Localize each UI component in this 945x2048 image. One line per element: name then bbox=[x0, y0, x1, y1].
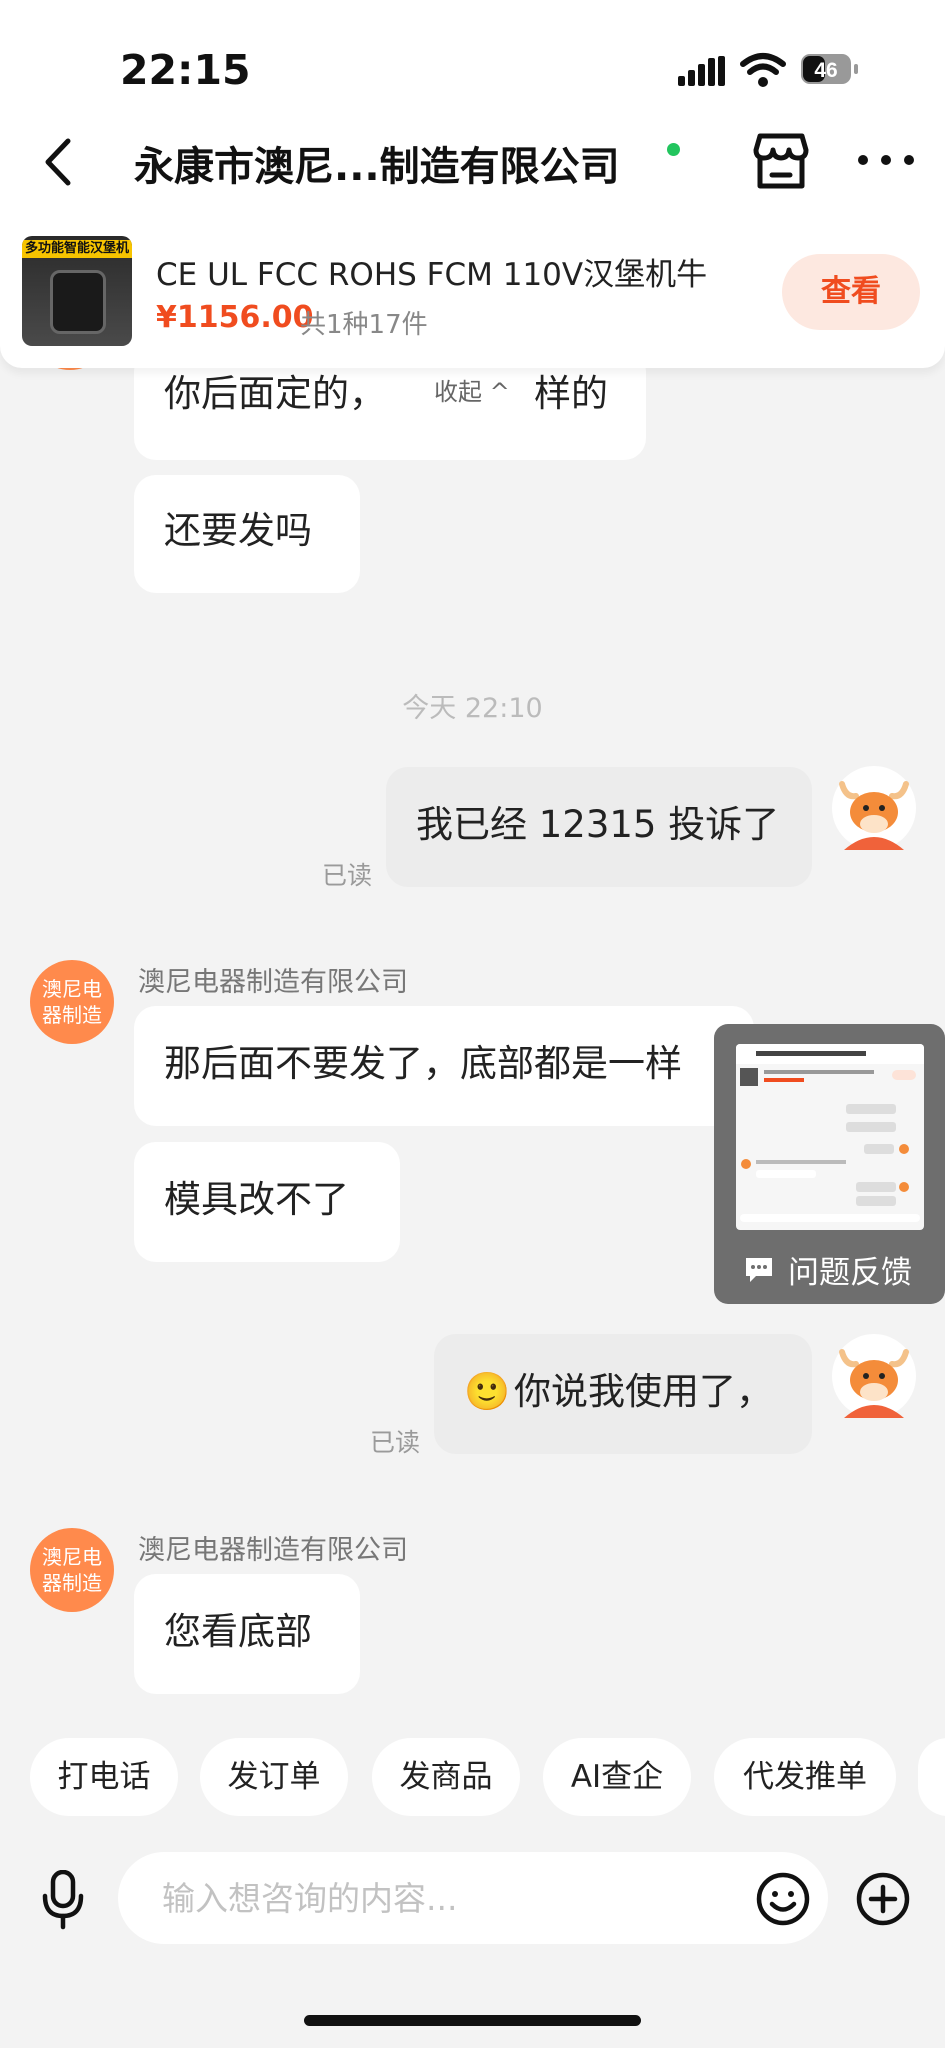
product-name: CE UL FCC ROHS FCM 110V汉堡机牛 bbox=[156, 257, 708, 293]
view-product-button[interactable]: 查看 bbox=[782, 254, 920, 330]
screenshot-thumbnail[interactable] bbox=[736, 1044, 924, 1230]
product-quantity: 共1种17件 bbox=[300, 310, 428, 340]
message-text: 模具改不了 bbox=[164, 1178, 349, 1221]
shop-icon[interactable] bbox=[750, 130, 812, 192]
message-text: 您看底部 bbox=[164, 1610, 312, 1653]
message-bubble-incoming[interactable]: 那后面不要发了，底部都是一样 bbox=[134, 1006, 754, 1126]
chat-title: 永康市澳尼...制造有限公司 bbox=[134, 144, 620, 190]
burger-machine-image bbox=[50, 270, 106, 334]
home-indicator bbox=[304, 2015, 641, 2026]
quick-action-send-order[interactable]: 发订单 bbox=[200, 1738, 348, 1816]
message-text: 还要发吗 bbox=[164, 509, 312, 552]
quick-action-ai-company-check[interactable]: AI查企 bbox=[543, 1738, 691, 1816]
product-thumb-banner: 多功能智能汉堡机 bbox=[22, 240, 132, 258]
add-icon[interactable] bbox=[855, 1871, 911, 1927]
quick-action-dropship[interactable]: 代发推单 bbox=[714, 1738, 896, 1816]
read-status: 已读 bbox=[322, 861, 373, 890]
product-price: ¥1156.00 bbox=[156, 300, 314, 335]
message-bubble-outgoing[interactable]: 我已经 12315 投诉了 bbox=[386, 767, 812, 887]
message-text: 你说我使用了， bbox=[514, 1370, 773, 1413]
message-bubble-outgoing[interactable]: 🙂 你说我使用了， bbox=[434, 1334, 812, 1454]
message-bubble-incoming[interactable]: 您看底部 bbox=[134, 1574, 360, 1694]
product-thumbnail[interactable]: 多功能智能汉堡机 bbox=[22, 236, 132, 346]
message-bubble-incoming[interactable]: 模具改不了 bbox=[134, 1142, 400, 1262]
user-avatar-bull-icon[interactable] bbox=[832, 1334, 916, 1418]
read-status: 已读 bbox=[370, 1428, 421, 1457]
shop-avatar[interactable]: 澳尼电器制造 bbox=[30, 960, 114, 1044]
online-indicator bbox=[667, 143, 680, 156]
shop-avatar-text: 澳尼电器制造 bbox=[42, 1545, 102, 1595]
battery-level: 46 bbox=[814, 59, 837, 82]
sender-name: 澳尼电器制造有限公司 bbox=[138, 1535, 408, 1566]
smile-emoji-icon: 🙂 bbox=[464, 1370, 511, 1413]
more-icon[interactable] bbox=[856, 153, 916, 167]
quick-action-more-partial[interactable] bbox=[918, 1738, 945, 1816]
microphone-icon[interactable] bbox=[40, 1870, 86, 1930]
user-avatar-bull-icon[interactable] bbox=[832, 766, 916, 850]
message-bubble-incoming[interactable]: 还要发吗 bbox=[134, 475, 360, 593]
battery-icon: 46 bbox=[801, 54, 858, 84]
screenshot-preview-image bbox=[736, 1044, 924, 1222]
back-icon[interactable] bbox=[38, 135, 78, 189]
message-text-continued: 样的 bbox=[534, 372, 608, 415]
message-text: 我已经 12315 投诉了 bbox=[416, 803, 780, 846]
message-input[interactable] bbox=[118, 1852, 828, 1944]
emoji-icon[interactable] bbox=[755, 1871, 811, 1927]
shop-avatar[interactable]: 澳尼电器制造 bbox=[30, 1528, 114, 1612]
collapse-toggle[interactable]: 收起 ^ bbox=[434, 378, 510, 407]
shop-avatar-text: 澳尼电器制造 bbox=[42, 977, 102, 1027]
feedback-button[interactable]: 问题反馈 bbox=[744, 1247, 912, 1292]
message-text: 你后面定的， bbox=[164, 372, 386, 415]
quick-action-send-product[interactable]: 发商品 bbox=[372, 1738, 520, 1816]
status-time: 22:15 bbox=[120, 46, 251, 94]
timestamp: 今天 22:10 bbox=[402, 693, 543, 724]
sender-name: 澳尼电器制造有限公司 bbox=[138, 967, 408, 998]
cellular-signal-icon bbox=[678, 56, 725, 86]
feedback-label: 问题反馈 bbox=[788, 1255, 912, 1291]
message-text: 那后面不要发了，底部都是一样 bbox=[164, 1042, 682, 1085]
message-icon bbox=[746, 1257, 772, 1282]
wifi-icon bbox=[740, 53, 786, 87]
quick-action-call[interactable]: 打电话 bbox=[30, 1738, 178, 1816]
